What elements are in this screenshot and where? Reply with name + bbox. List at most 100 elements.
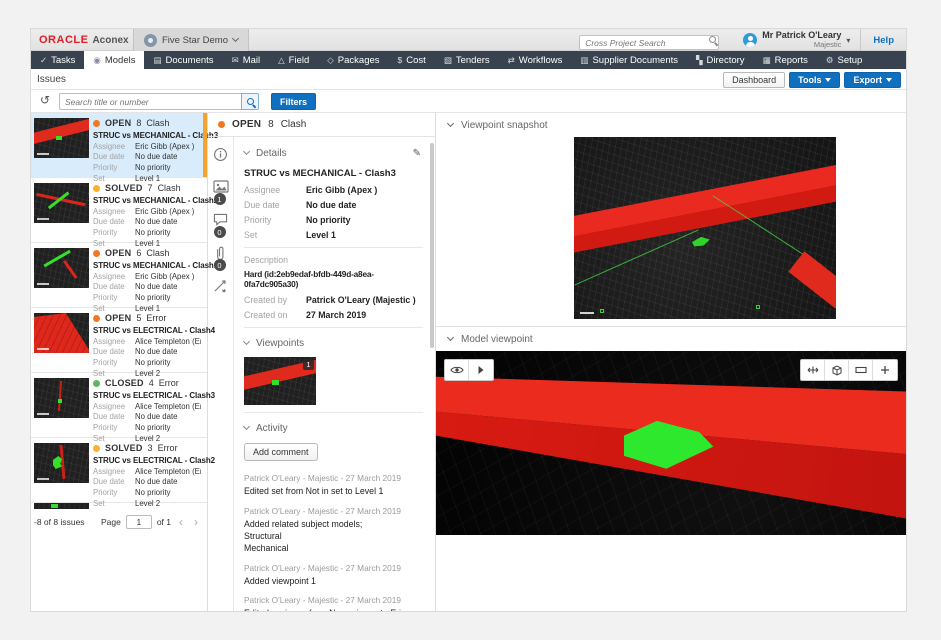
page-title: Issues [37, 74, 66, 85]
activity-text: Added viewpoint 1 [244, 576, 423, 588]
cross-project-search-input[interactable] [579, 35, 719, 50]
activity-entry: Patrick O'Leary - Majestic - 27 March 20… [244, 506, 423, 555]
issue-thumbnail-partial [34, 503, 89, 509]
field-label: Assignee [93, 272, 135, 281]
comment-icon [213, 213, 228, 227]
viewer-section-header[interactable]: Model viewpoint [436, 327, 906, 351]
nav-item-tasks[interactable]: ✓ Tasks [31, 51, 84, 69]
page-of-label: of 1 [157, 517, 171, 527]
next-page-button[interactable]: › [191, 516, 201, 528]
prev-page-button[interactable]: ‹ [176, 516, 186, 528]
nav-item-documents[interactable]: ▤Documents [144, 51, 222, 69]
nav-item-directory[interactable]: ▚Directory [687, 51, 754, 69]
activity-section-header[interactable]: Activity [244, 420, 423, 436]
nav-item-field[interactable]: △ Field [269, 51, 318, 69]
issue-list-item[interactable]: CLOSED 4 Error STRUC vs ELECTRICAL - Cla… [31, 373, 207, 438]
detail-scrollbar[interactable] [430, 143, 434, 348]
comments-tab[interactable]: 0 [213, 213, 229, 229]
details-section-header[interactable]: Details ✎ [244, 145, 423, 161]
visibility-button[interactable] [445, 360, 469, 380]
nav-item-label: Tasks [51, 55, 75, 66]
nav-item-label: Field [289, 55, 310, 66]
dashboard-button[interactable]: Dashboard [723, 72, 785, 88]
created-on-label: Created on [244, 310, 306, 320]
issue-list-item[interactable]: OPEN 8 Clash STRUC vs MECHANICAL - Clash… [31, 113, 207, 178]
issue-thumbnail [34, 248, 89, 288]
page-input[interactable] [126, 515, 152, 529]
field-label: Due date [93, 217, 135, 226]
nav-item-reports[interactable]: ▦Reports [754, 51, 817, 69]
viewpoints-section-header[interactable]: Viewpoints [244, 335, 423, 351]
nav-item-label: Models [105, 55, 136, 66]
section-box-button[interactable] [825, 360, 849, 380]
issue-type: Error [159, 378, 179, 388]
field-label: Due date [93, 282, 135, 291]
help-link[interactable]: Help [860, 29, 906, 51]
viewpoints-tab[interactable]: 1 [213, 180, 229, 196]
filters-button[interactable]: Filters [271, 93, 316, 110]
nav-item-tenders[interactable]: ▧Tenders [435, 51, 499, 69]
nav-item-mail[interactable]: ✉Mail [223, 51, 270, 69]
nav-item-workflows[interactable]: ⇄Workflows [499, 51, 572, 69]
add-comment-button[interactable]: Add comment [244, 443, 318, 461]
issue-list-item[interactable]: SOLVED 3 Error STRUC vs ELECTRICAL - Cla… [31, 438, 207, 503]
aconex-logo: Aconex [92, 35, 128, 46]
issue-number: 6 [136, 248, 141, 258]
search-icon[interactable] [709, 36, 716, 43]
attachments-count-badge: 0 [214, 259, 226, 271]
user-avatar [743, 33, 757, 47]
related-items-tab[interactable] [213, 279, 229, 295]
issue-field-row: AssigneeAlice Templeton (Enzic... [93, 337, 201, 346]
refresh-icon[interactable]: ↺ [40, 94, 50, 106]
nav-item-setup[interactable]: ⚙Setup [817, 51, 871, 69]
tools-button[interactable]: Tools [789, 72, 840, 88]
nav-item-cost[interactable]: $Cost [389, 51, 435, 69]
issue-list-item[interactable]: SOLVED 7 Clash STRUC vs MECHANICAL - Cla… [31, 178, 207, 243]
minimize-button[interactable] [849, 360, 873, 380]
search-icon [247, 98, 254, 105]
user-name: Mr Patrick O'Leary [762, 31, 841, 40]
field-label: Priority [93, 163, 135, 172]
search-button[interactable] [241, 93, 259, 110]
description-value: Hard (id:2eb9edaf-bfdb-449d-a8ea-0fa7dc9… [244, 269, 423, 289]
issue-list-item[interactable]: OPEN 6 Clash STRUC vs MECHANICAL - Clash… [31, 243, 207, 308]
issue-list-item[interactable]: OPEN 5 Error STRUC vs ELECTRICAL - Clash… [31, 308, 207, 373]
issues-list-panel: OPEN 8 Clash STRUC vs MECHANICAL - Clash… [31, 113, 208, 612]
status-dot [93, 315, 100, 322]
issue-title: STRUC vs ELECTRICAL - Clash2 [93, 456, 201, 465]
expand-toolbar-button[interactable] [469, 360, 493, 380]
field-value: Level 1 [306, 230, 336, 240]
field-value: Level 2 [135, 499, 160, 508]
project-selector[interactable]: Five Star Demo [133, 29, 249, 51]
edit-pencil-icon[interactable]: ✎ [413, 148, 421, 159]
field-icon: △ [278, 55, 285, 66]
nav-item-supplier-documents[interactable]: ▥Supplier Documents [571, 51, 687, 69]
field-label: Priority [93, 293, 135, 302]
issue-field-row: AssigneeAlice Templeton (Enzic... [93, 467, 201, 476]
tasks-icon: ✓ [40, 55, 47, 66]
field-label: Priority [93, 423, 135, 432]
export-button[interactable]: Export [844, 72, 901, 88]
zoom-in-button[interactable] [873, 360, 897, 380]
field-value: No priority [135, 293, 171, 302]
field-value: Eric Gibb (Apex ) [306, 185, 377, 195]
issue-field-row: PriorityNo priority [93, 358, 201, 367]
nav-item-packages[interactable]: ◇Packages [318, 51, 388, 69]
model-viewpoint-viewer[interactable] [436, 351, 906, 535]
snapshot-section-header[interactable]: Viewpoint snapshot [436, 113, 906, 137]
issue-field-row: Due dateNo due date [93, 477, 201, 486]
module-subheader: Issues Dashboard Tools Export [31, 69, 906, 90]
nav-item-models[interactable]: ◉Models [84, 51, 144, 69]
top-bar: ORACLE Aconex Five Star Demo Mr Patrick … [31, 29, 906, 51]
field-label: Set [93, 499, 135, 508]
field-label: Assignee [93, 337, 135, 346]
attachments-tab[interactable]: 0 [213, 246, 229, 262]
issue-search-input[interactable] [59, 93, 241, 110]
nav-item-label: Cost [406, 55, 426, 66]
viewpoint-thumbnail[interactable]: 1 [244, 357, 316, 405]
user-menu[interactable]: Mr Patrick O'Leary Majestic ▾ [733, 29, 860, 51]
info-tab[interactable] [213, 147, 229, 163]
project-name: Five Star Demo [162, 35, 228, 46]
issue-number: 7 [148, 183, 153, 193]
pan-button[interactable] [801, 360, 825, 380]
